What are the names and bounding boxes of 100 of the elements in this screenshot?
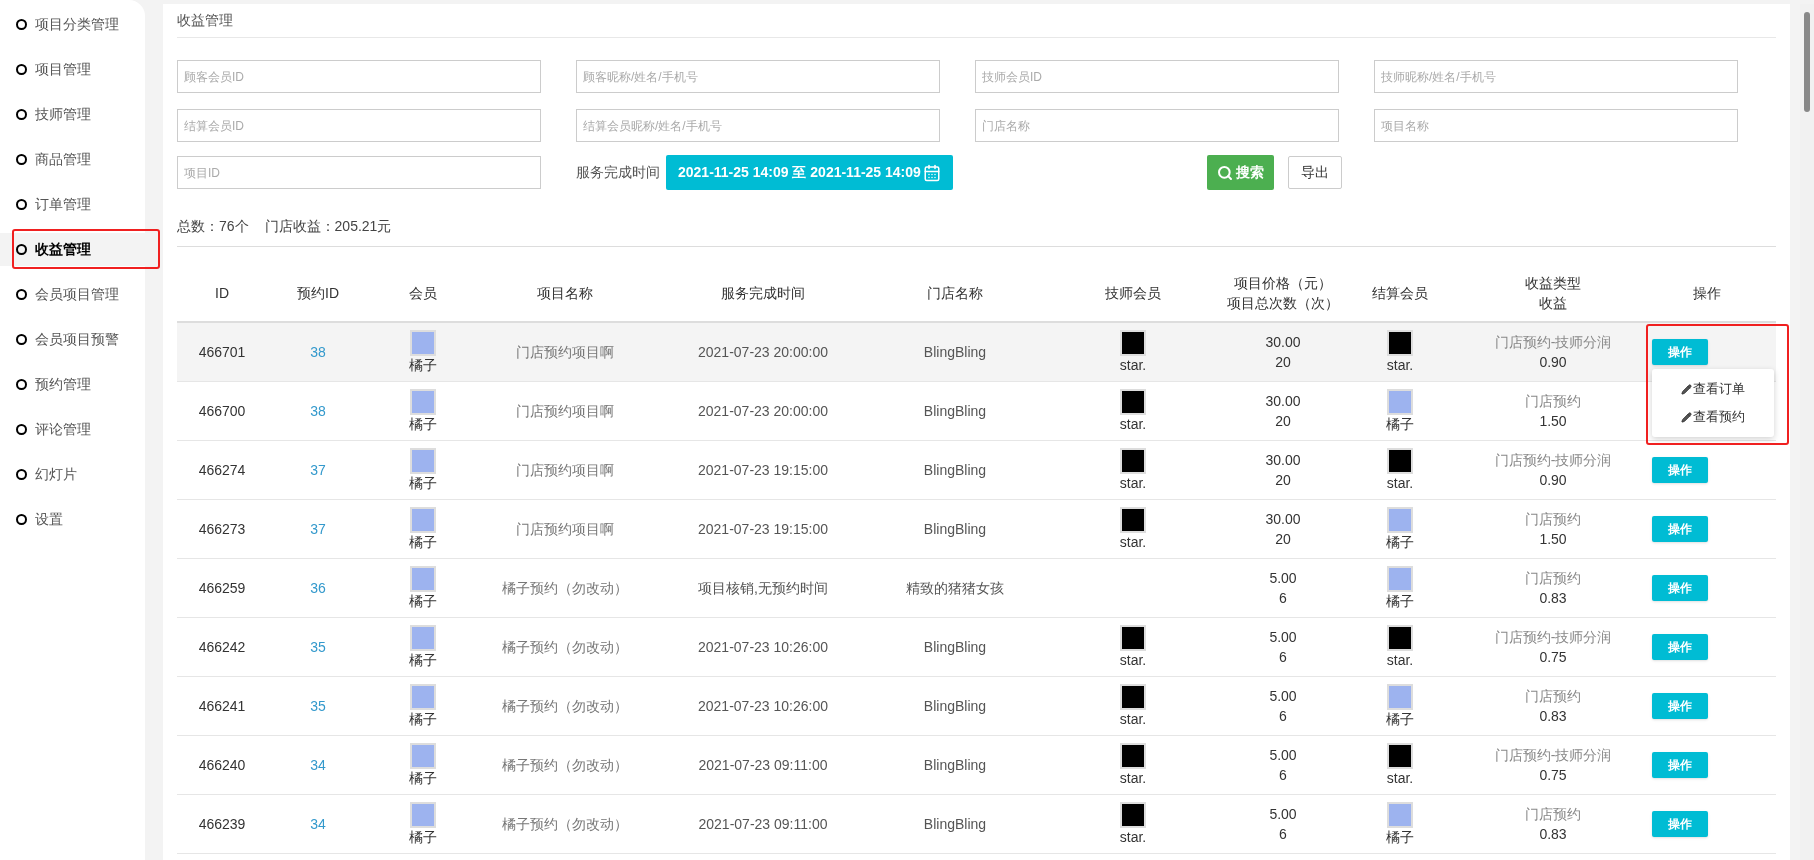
action-button[interactable]: 操作 bbox=[1652, 457, 1708, 483]
input-field[interactable]: 项目ID bbox=[177, 156, 541, 189]
action-button[interactable]: 操作 bbox=[1652, 516, 1708, 542]
avatar-image bbox=[1387, 507, 1413, 533]
column-header: 项目价格（元） bbox=[1234, 274, 1332, 293]
member-name: 橘子 bbox=[1386, 828, 1414, 846]
table-cell-text: 466240 bbox=[198, 755, 246, 775]
input-field[interactable]: 顾客会员ID bbox=[177, 60, 541, 93]
avatar-image bbox=[410, 566, 436, 592]
table-cell-text: 5.00 bbox=[1269, 569, 1297, 588]
input-field[interactable]: 技师会员ID bbox=[975, 60, 1339, 93]
table-cell-text: BlingBling bbox=[923, 460, 987, 480]
input-field[interactable]: 结算会员昵称/姓名/手机号 bbox=[576, 109, 940, 142]
action-button[interactable]: 操作 bbox=[1652, 339, 1708, 365]
search-button[interactable]: 搜索 bbox=[1206, 155, 1274, 190]
appointment-link[interactable]: 37 bbox=[310, 459, 326, 481]
sidebar-item[interactable]: 会员项目管理 bbox=[0, 278, 145, 311]
appointment-link[interactable]: 38 bbox=[310, 400, 326, 422]
appointment-link[interactable]: 37 bbox=[310, 518, 326, 540]
sidebar-item[interactable]: 技师管理 bbox=[0, 98, 145, 131]
table-cell-text: 466242 bbox=[198, 637, 246, 657]
action-button[interactable]: 操作 bbox=[1652, 634, 1708, 660]
appointment-link[interactable]: 35 bbox=[310, 636, 326, 658]
member-name: star. bbox=[1119, 474, 1147, 492]
member-name: star. bbox=[1386, 769, 1414, 787]
table-cell-text: 2021-07-23 10:26:00 bbox=[698, 637, 828, 657]
action-button[interactable]: 操作 bbox=[1652, 811, 1708, 837]
sidebar-item[interactable]: 设置 bbox=[0, 503, 145, 536]
column-header: 收益 bbox=[1539, 294, 1567, 313]
export-button[interactable]: 导出 bbox=[1287, 156, 1342, 189]
sidebar-item[interactable]: 收益管理 bbox=[0, 233, 145, 266]
input-field[interactable]: 结算会员ID bbox=[177, 109, 541, 142]
column-header: 项目总次数（次） bbox=[1227, 294, 1339, 313]
table-cell-text: 0.83 bbox=[1539, 707, 1567, 726]
table-cell-text: 5.00 bbox=[1269, 628, 1297, 647]
appointment-link[interactable]: 34 bbox=[310, 813, 326, 835]
scrollbar-thumb[interactable] bbox=[1804, 12, 1810, 112]
calendar-icon bbox=[922, 163, 941, 182]
column-header: 操作 bbox=[1693, 284, 1721, 303]
avatar-image bbox=[1120, 330, 1146, 356]
appointment-link[interactable]: 35 bbox=[310, 695, 326, 717]
member-name: 橘子 bbox=[1386, 533, 1414, 551]
summary-text: 总数：76个 bbox=[177, 217, 249, 236]
summary-text: 门店收益：205.21元 bbox=[264, 217, 392, 236]
table-cell-text: 20 bbox=[1275, 530, 1291, 549]
sidebar-item[interactable]: 幻灯片 bbox=[0, 458, 145, 491]
table-cell-text: 0.90 bbox=[1539, 353, 1567, 372]
table-cell-text: BlingBling bbox=[923, 696, 987, 716]
menu-item[interactable]: 查看预约 bbox=[1652, 403, 1774, 431]
table-cell-text: 橘子预约（勿改动） bbox=[502, 637, 628, 657]
member-name: 橘子 bbox=[409, 356, 437, 374]
table-cell-text: BlingBling bbox=[923, 814, 987, 834]
pencil-icon bbox=[1681, 383, 1692, 395]
sidebar-item[interactable]: 商品管理 bbox=[0, 143, 145, 176]
table-cell-text: 门店预约-技师分润 bbox=[1494, 451, 1612, 470]
input-field[interactable]: 顾客昵称/姓名/手机号 bbox=[576, 60, 940, 93]
action-button[interactable]: 操作 bbox=[1652, 693, 1708, 719]
table-cell-text: 门店预约 bbox=[1525, 687, 1581, 706]
table-cell-text: 30.00 bbox=[1265, 392, 1301, 411]
table-cell-text: 30.00 bbox=[1265, 510, 1301, 529]
action-button[interactable]: 操作 bbox=[1652, 575, 1708, 601]
table-cell-text: 2021-07-23 09:11:00 bbox=[698, 755, 828, 775]
sidebar-item[interactable]: 订单管理 bbox=[0, 188, 145, 221]
column-header: 结算会员 bbox=[1372, 284, 1428, 303]
member-name: star. bbox=[1119, 651, 1147, 669]
table-cell-text: 门店预约-技师分润 bbox=[1494, 746, 1612, 765]
table-cell-text: 门店预约项目啊 bbox=[516, 460, 614, 480]
avatar-image bbox=[410, 507, 436, 533]
action-button[interactable]: 操作 bbox=[1652, 752, 1708, 778]
appointment-link[interactable]: 36 bbox=[310, 577, 326, 599]
table-cell-text: 0.83 bbox=[1539, 825, 1567, 844]
sidebar-item[interactable]: 评论管理 bbox=[0, 413, 145, 446]
member-name: star. bbox=[1119, 769, 1147, 787]
appointment-link[interactable]: 38 bbox=[310, 341, 326, 363]
table-cell-text: 2021-07-23 19:15:00 bbox=[698, 460, 828, 480]
avatar-image bbox=[410, 389, 436, 415]
avatar-image bbox=[1120, 684, 1146, 710]
sidebar-item[interactable]: 项目管理 bbox=[0, 53, 145, 86]
column-header: 门店名称 bbox=[927, 284, 983, 303]
sidebar-item[interactable]: 会员项目预警 bbox=[0, 323, 145, 356]
member-name: star. bbox=[1119, 828, 1147, 846]
sidebar-item[interactable]: 项目分类管理 bbox=[0, 8, 145, 41]
sidebar-item[interactable]: 预约管理 bbox=[0, 368, 145, 401]
table-cell-text: 2021-07-23 10:26:00 bbox=[698, 696, 828, 716]
avatar-image bbox=[1120, 389, 1146, 415]
menu-item[interactable]: 查看订单 bbox=[1652, 375, 1774, 403]
table-cell-text: 橘子预约（勿改动） bbox=[502, 814, 628, 834]
date-range-button[interactable]: 2021-11-25 14:09 至 2021-11-25 14:09 bbox=[666, 155, 953, 190]
table-cell-text: 466273 bbox=[198, 519, 246, 539]
input-field[interactable]: 技师昵称/姓名/手机号 bbox=[1374, 60, 1738, 93]
member-name: 橘子 bbox=[1386, 415, 1414, 433]
table-cell-text: 2021-07-23 20:00:00 bbox=[698, 342, 828, 362]
table-cell-text: BlingBling bbox=[923, 401, 987, 421]
avatar-image bbox=[1387, 802, 1413, 828]
table-cell-text: 门店预约项目啊 bbox=[516, 342, 614, 362]
input-field[interactable]: 项目名称 bbox=[1374, 109, 1738, 142]
appointment-link[interactable]: 34 bbox=[310, 754, 326, 776]
input-field[interactable]: 门店名称 bbox=[975, 109, 1339, 142]
table-cell-text: 466700 bbox=[198, 401, 246, 421]
column-header: 服务完成时间 bbox=[721, 284, 805, 303]
